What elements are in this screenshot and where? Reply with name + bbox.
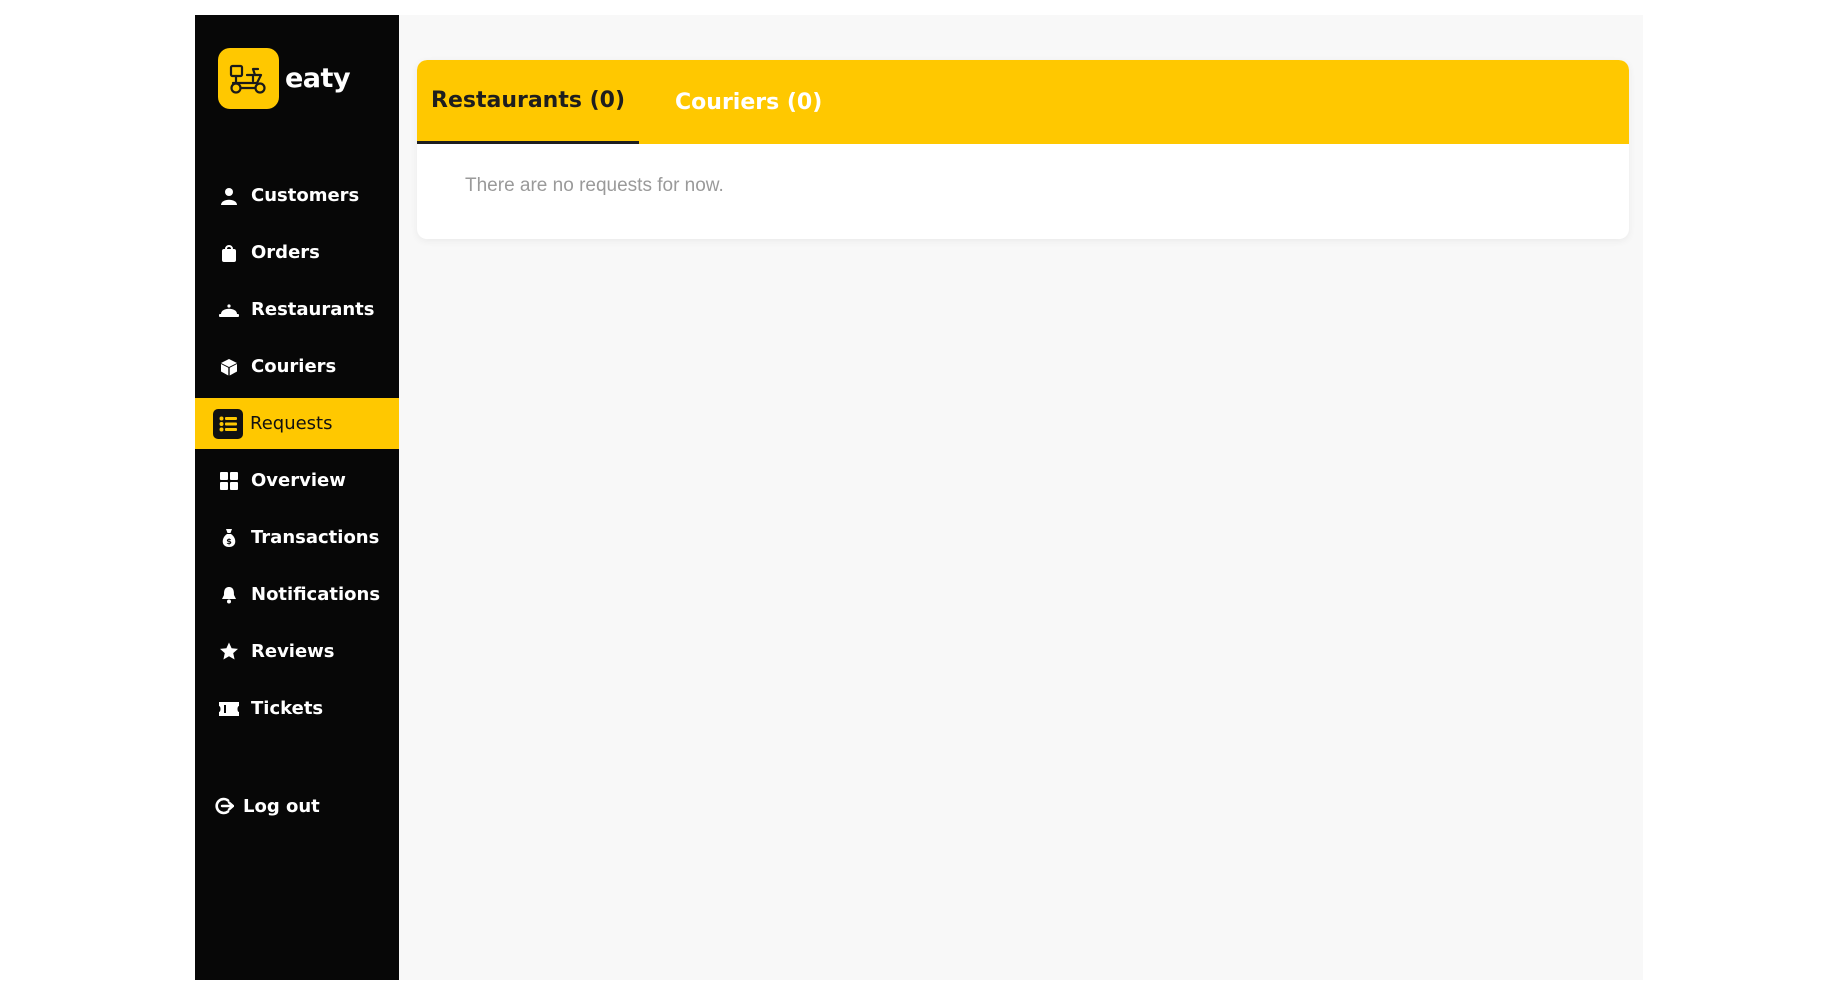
sidebar-item-restaurants[interactable]: Restaurants — [195, 284, 399, 335]
sidebar-item-label: Tickets — [251, 698, 324, 719]
shopping-bag-icon — [215, 239, 243, 267]
grid-icon — [215, 467, 243, 495]
sidebar-item-tickets[interactable]: Tickets — [195, 683, 399, 734]
sidebar-item-label: Reviews — [251, 641, 335, 662]
cloche-icon — [215, 296, 243, 324]
tab-bar: Restaurants (0) Couriers (0) — [417, 60, 1629, 144]
logo[interactable]: eaty — [218, 48, 351, 109]
money-bag-icon: $ — [215, 524, 243, 552]
sidebar-item-label: Requests — [250, 413, 333, 434]
logout-icon — [212, 792, 236, 820]
list-icon — [213, 408, 243, 439]
sidebar-item-label: Couriers — [251, 356, 337, 377]
brand-name: eaty — [285, 63, 351, 94]
box-icon — [215, 353, 243, 381]
sidebar-item-label: Transactions — [251, 527, 380, 548]
logout-label: Log out — [243, 795, 320, 817]
sidebar-item-transactions[interactable]: $ Transactions — [195, 512, 399, 563]
sidebar: eaty Customers Orders Restaurants Courie… — [195, 15, 399, 980]
sidebar-item-label: Customers — [251, 185, 360, 206]
main-content: Restaurants (0) Couriers (0) There are n… — [399, 15, 1643, 980]
user-icon — [215, 182, 243, 210]
scooter-icon — [218, 48, 279, 109]
empty-state-message: There are no requests for now. — [465, 175, 724, 196]
sidebar-item-orders[interactable]: Orders — [195, 227, 399, 278]
app-frame: eaty Customers Orders Restaurants Courie… — [195, 15, 1643, 980]
tab-couriers[interactable]: Couriers (0) — [661, 60, 836, 144]
sidebar-nav: Customers Orders Restaurants Couriers Re… — [195, 170, 399, 740]
sidebar-item-overview[interactable]: Overview — [195, 455, 399, 506]
requests-card: Restaurants (0) Couriers (0) There are n… — [417, 60, 1629, 239]
logout-button[interactable]: Log out — [212, 792, 320, 820]
sidebar-item-label: Restaurants — [251, 299, 375, 320]
sidebar-item-notifications[interactable]: Notifications — [195, 569, 399, 620]
sidebar-item-label: Overview — [251, 470, 346, 491]
sidebar-item-requests[interactable]: Requests — [195, 398, 399, 449]
tab-restaurants[interactable]: Restaurants (0) — [417, 60, 640, 144]
ticket-icon — [215, 695, 243, 723]
bell-icon — [215, 581, 243, 609]
star-icon — [215, 638, 243, 666]
svg-text:$: $ — [226, 537, 232, 546]
sidebar-item-reviews[interactable]: Reviews — [195, 626, 399, 677]
sidebar-item-customers[interactable]: Customers — [195, 170, 399, 221]
sidebar-item-label: Orders — [251, 242, 320, 263]
sidebar-item-couriers[interactable]: Couriers — [195, 341, 399, 392]
sidebar-item-label: Notifications — [251, 584, 381, 605]
